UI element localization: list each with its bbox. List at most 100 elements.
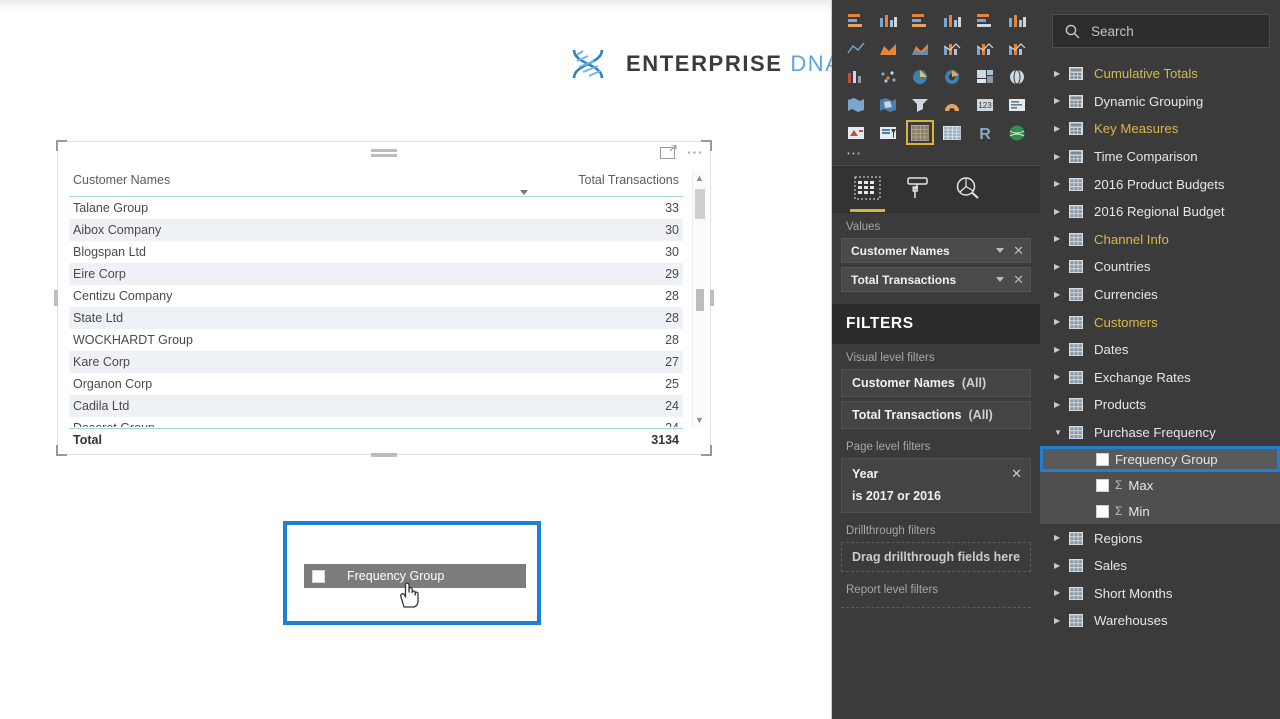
table-row[interactable]: Talane Group 33	[69, 197, 683, 220]
filled-map-icon[interactable]	[842, 92, 870, 117]
clustered-column-chart-icon[interactable]	[938, 8, 966, 33]
chevron-right-icon[interactable]: ▶	[1054, 235, 1068, 243]
field-checkbox-icon[interactable]	[1096, 478, 1109, 492]
map-icon[interactable]	[1003, 64, 1031, 89]
slicer-icon[interactable]	[874, 120, 902, 145]
resize-handle-bottom-right[interactable]	[701, 445, 712, 456]
field-table-currencies[interactable]: ▶ Currencies	[1040, 281, 1280, 309]
scatter-chart-icon[interactable]	[874, 64, 902, 89]
area-chart-icon[interactable]	[874, 36, 902, 61]
field-table-regions[interactable]: ▶ Regions	[1040, 524, 1280, 552]
remove-field-icon[interactable]: ✕	[1013, 272, 1024, 288]
field-item-max[interactable]: Σ Max	[1040, 472, 1280, 499]
table-row[interactable]: Blogspan Ltd 30	[69, 241, 683, 263]
table-row[interactable]: State Ltd 28	[69, 307, 683, 329]
remove-field-icon[interactable]: ✕	[1013, 243, 1024, 259]
chevron-right-icon[interactable]: ▶	[1054, 561, 1068, 570]
chevron-right-icon[interactable]: ▶	[1054, 69, 1068, 78]
line-clustered-column-chart-icon[interactable]	[971, 36, 999, 61]
chevron-right-icon[interactable]: ▶	[1054, 180, 1068, 188]
chevron-down-icon[interactable]: ▼	[1054, 428, 1068, 437]
field-table-countries[interactable]: ▶ Countries	[1040, 253, 1280, 281]
line-stacked-column-chart-icon[interactable]	[938, 36, 966, 61]
chevron-right-icon[interactable]: ▶	[1054, 345, 1068, 354]
table-row[interactable]: Aibox Company 30	[69, 219, 683, 241]
drag-ghost-field[interactable]: Frequency Group	[304, 564, 526, 608]
treemap-icon[interactable]	[971, 64, 999, 89]
remove-filter-icon[interactable]: ✕	[1011, 466, 1022, 482]
chevron-right-icon[interactable]: ▶	[1054, 97, 1068, 105]
format-tab[interactable]	[905, 176, 931, 212]
field-table-customers[interactable]: ▶ Customers	[1040, 308, 1280, 336]
r-script-visual-icon[interactable]: R	[971, 120, 999, 145]
field-checkbox-icon[interactable]	[1096, 504, 1109, 518]
fields-search-box[interactable]	[1052, 14, 1270, 48]
resize-handle-top-secondary[interactable]	[371, 154, 397, 157]
chevron-right-icon[interactable]: ▶	[1054, 589, 1068, 597]
ribbon-chart-icon[interactable]	[1003, 36, 1031, 61]
analytics-tab[interactable]	[955, 176, 982, 212]
chevron-down-icon[interactable]	[996, 248, 1005, 253]
pie-chart-icon[interactable]	[906, 64, 934, 89]
field-table-time-comparison[interactable]: ▶ Time Comparison	[1040, 143, 1280, 171]
value-field-pill[interactable]: Customer Names ✕	[841, 238, 1031, 263]
field-table-short-months[interactable]: ▶ Short Months	[1040, 580, 1280, 608]
chevron-right-icon[interactable]: ▶	[1054, 262, 1068, 271]
table-row[interactable]: Centizu Company 28	[69, 285, 683, 307]
field-checkbox-icon[interactable]	[1096, 452, 1109, 466]
resize-handle-right[interactable]	[710, 290, 714, 306]
chevron-right-icon[interactable]: ▶	[1054, 152, 1068, 161]
table-row[interactable]: Eire Corp 29	[69, 263, 683, 285]
card-icon[interactable]: 123	[971, 92, 999, 117]
waterfall-chart-icon[interactable]	[842, 64, 870, 89]
resize-handle-bottom[interactable]	[371, 453, 397, 457]
column-header-customer-names[interactable]: Customer Names	[69, 171, 401, 197]
table-scroll-region[interactable]: Customer Names Total Transactions Talane…	[69, 171, 683, 427]
focus-mode-icon[interactable]	[660, 145, 677, 160]
column-header-total-transactions[interactable]: Total Transactions	[400, 171, 683, 197]
field-table-dates[interactable]: ▶ Dates	[1040, 336, 1280, 364]
clustered-bar-chart-icon[interactable]	[906, 8, 934, 33]
resize-handle-left[interactable]	[54, 290, 58, 306]
scroll-up-arrow-icon[interactable]: ▲	[693, 171, 706, 185]
chevron-right-icon[interactable]: ▶	[1054, 534, 1068, 542]
field-table-products[interactable]: ▶ Products	[1040, 391, 1280, 419]
values-field-well[interactable]: Customer Names ✕ Total Transactions ✕	[832, 238, 1040, 304]
kpi-icon[interactable]	[842, 120, 870, 145]
funnel-chart-icon[interactable]	[906, 92, 934, 117]
donut-chart-icon[interactable]	[938, 64, 966, 89]
field-table-sales[interactable]: ▶ Sales	[1040, 552, 1280, 580]
more-visuals-icon[interactable]: ⋯	[832, 145, 1040, 165]
resize-handle-bottom-left[interactable]	[56, 445, 67, 456]
search-input[interactable]	[1091, 23, 1261, 39]
table-row[interactable]: Deseret Group24	[69, 417, 683, 427]
resize-handle-top[interactable]	[371, 149, 397, 152]
field-table-dynamic-grouping[interactable]: ▶ Dynamic Grouping	[1040, 88, 1280, 116]
field-table-purchase-frequency[interactable]: ▼ Purchase Frequency	[1040, 419, 1280, 447]
chevron-right-icon[interactable]: ▶	[1054, 318, 1068, 326]
more-options-icon[interactable]: ⋯	[686, 144, 705, 161]
multi-row-card-icon[interactable]	[1003, 92, 1031, 117]
chevron-right-icon[interactable]: ▶	[1054, 616, 1068, 625]
table-visual[interactable]: ⋯ Customer Names Total Transactions Tala…	[54, 140, 714, 457]
drillthrough-dropzone[interactable]: Drag drillthrough fields here	[841, 542, 1031, 572]
fields-tab[interactable]	[850, 176, 885, 212]
line-chart-icon[interactable]	[842, 36, 870, 61]
table-vertical-scrollbar[interactable]: ▲ ▼	[692, 171, 705, 427]
chevron-right-icon[interactable]: ▶	[1054, 290, 1068, 299]
chevron-right-icon[interactable]: ▶	[1054, 373, 1068, 381]
chevron-right-icon[interactable]: ▶	[1054, 207, 1068, 216]
table-row[interactable]: WOCKHARDT Group 28	[69, 329, 683, 351]
scrollbar-thumb[interactable]	[695, 189, 705, 219]
stacked-column-chart-icon[interactable]	[874, 8, 902, 33]
table-icon[interactable]	[906, 120, 935, 145]
chevron-right-icon[interactable]: ▶	[1054, 400, 1068, 409]
scroll-down-arrow-icon[interactable]: ▼	[693, 413, 706, 427]
field-table-key-measures[interactable]: ▶ Key Measures	[1040, 115, 1280, 143]
chevron-right-icon[interactable]: ▶	[1054, 124, 1068, 133]
field-table-warehouses[interactable]: ▶ Warehouses	[1040, 607, 1280, 635]
stacked-bar-chart-icon[interactable]	[842, 8, 870, 33]
page-level-filter-card[interactable]: Year ✕ is 2017 or 2016	[841, 458, 1031, 513]
field-item-frequency-group[interactable]: Frequency Group	[1040, 446, 1280, 473]
visual-level-filter-card[interactable]: Customer Names (All)	[841, 369, 1031, 397]
